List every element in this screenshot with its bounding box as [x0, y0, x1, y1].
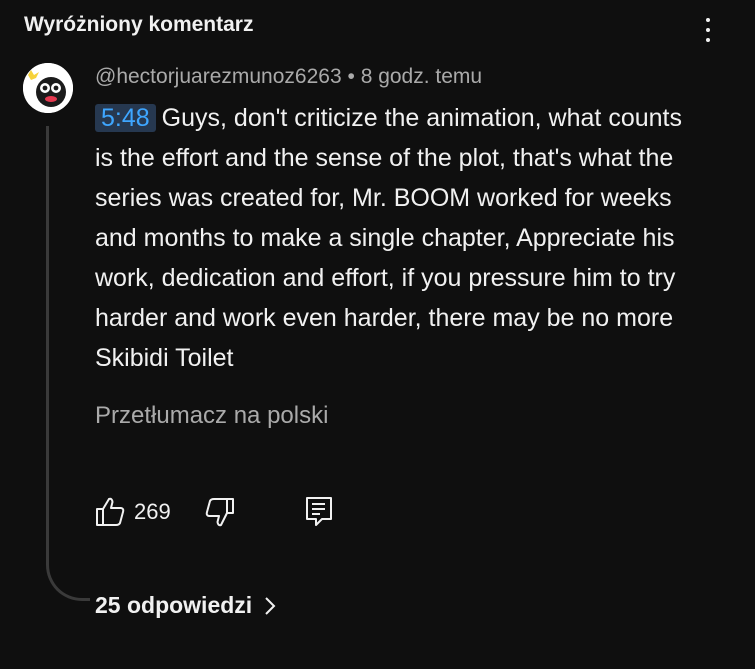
like-count: 269 [134, 499, 171, 524]
thumb-down-icon [205, 498, 234, 527]
like-button[interactable] [95, 495, 125, 529]
comment-author[interactable]: @hectorjuarezmunoz6263 [95, 65, 342, 88]
header-title: Wyróżniony komentarz [24, 13, 254, 36]
comment-text: Guys, don't criticize the animation, wha… [95, 104, 682, 372]
timestamp-link[interactable]: 5:48 [95, 104, 156, 132]
avatar[interactable] [23, 63, 73, 113]
translate-link[interactable]: Przetłumacz na polski [95, 402, 328, 430]
more-options-button[interactable] [696, 16, 720, 44]
meta-separator: • [347, 65, 355, 88]
chevron-right-icon [265, 596, 276, 615]
more-vert-icon [706, 18, 710, 22]
avatar-image [23, 63, 73, 113]
comment-time[interactable]: 8 godz. temu [361, 65, 482, 88]
replies-button[interactable]: 25 odpowiedzi [95, 592, 276, 619]
replies-label: 25 odpowiedzi [95, 592, 253, 618]
thumb-up-icon [96, 497, 125, 526]
reply-icon [306, 497, 332, 526]
thread-line [46, 126, 90, 601]
dislike-button[interactable] [205, 495, 235, 529]
comment-meta: @hectorjuarezmunoz6263 • 8 godz. temu [95, 65, 482, 89]
comment-body: 5:48 Guys, don't criticize the animation,… [95, 98, 695, 378]
reply-button[interactable] [305, 495, 333, 529]
